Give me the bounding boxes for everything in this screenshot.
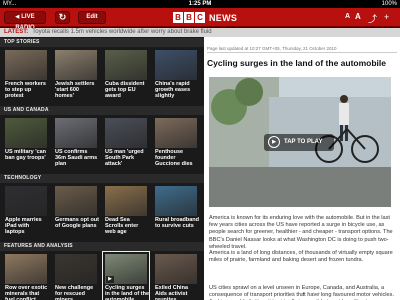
refresh-icon: ↻ [58,12,67,22]
story-tile[interactable]: Apple marries iPad with laptops [3,184,49,240]
story-tile[interactable]: Germans opt out of Google plans [53,184,99,240]
story-caption: Penthouse founder Guccione dies [155,149,193,168]
tap-to-play-button[interactable]: ▶ TAP TO PLAY [264,134,334,151]
last-updated: Page last updated at 10:27 GMT+05, Thurs… [207,46,397,53]
ticker-label: LATEST: [4,29,29,35]
story-tile[interactable]: US confirms 36m Saudi arms plan [53,116,99,172]
story-caption: Cuba dissident gets top EU award [105,81,145,100]
story-thumbnail [155,254,197,284]
section-header: TOP STORIES [0,38,204,47]
play-icon: ◀ [15,14,20,20]
logo-letter: C [195,12,205,23]
section-header: TECHNOLOGY [0,174,204,183]
story-thumbnail [5,254,47,284]
story-tile[interactable]: Rural broadband to survive cuts [153,184,199,240]
story-tile[interactable]: Cuba dissident gets top EU award [103,48,149,104]
story-tile[interactable]: US military 'can ban gay troops' [3,116,49,172]
pager-dots-after: • • • [307,291,321,297]
section-header: US AND CANADA [0,106,204,115]
article-headline: Cycling surges in the land of the automo… [207,58,386,68]
logo-letter: B [184,12,194,23]
story-thumbnail [5,186,47,216]
story-thumbnail [105,50,147,80]
story-thumbnail [55,254,97,284]
share-icon[interactable]: ⤴ [368,12,377,25]
story-grid: TOP STORIES French workers to step up pro… [0,37,204,300]
video-icon: ▶ [106,276,114,283]
story-tile[interactable]: Penthouse founder Guccione dies [153,116,199,172]
add-icon[interactable]: + [384,12,389,22]
story-caption: Apple marries iPad with laptops [5,217,42,236]
story-thumbnail [155,186,197,216]
story-thumbnail [5,118,47,148]
refresh-button[interactable]: ↻ [55,11,70,24]
story-thumbnail [105,118,147,148]
story-caption: US man 'urged South Park attack' [105,149,144,168]
logo-word: NEWS [209,12,238,23]
story-tile[interactable]: French workers to step up protest [3,48,49,104]
article-panel: Page last updated at 10:27 GMT+05, Thurs… [204,37,400,300]
story-caption: Row over exotic minerals that fuel confl… [5,285,48,300]
status-bar: MY... 1:25 PM 100% [0,0,400,8]
story-thumbnail [155,118,197,148]
story-caption: Cycling surges in the land of the automo… [105,285,149,300]
story-caption: US military 'can ban gay troops' [5,149,47,162]
story-thumbnail [105,186,147,216]
text-smaller-button[interactable]: A [345,13,350,20]
edit-button[interactable]: Edit [78,11,106,24]
video-player[interactable]: ▶ TAP TO PLAY [209,77,391,207]
story-caption: Germans opt out of Google plans [55,217,100,230]
pager-dots-before: • • • [287,291,301,297]
story-caption: US confirms 36m Saudi arms plan [55,149,98,168]
story-tile[interactable]: ▶ Cycling surges in the land of the autom… [102,251,150,300]
story-caption: Rural broadband to survive cuts [155,217,200,230]
story-thumbnail [55,186,97,216]
story-thumbnail [55,118,97,148]
story-caption: French workers to step up protest [5,81,46,100]
tap-to-play-label: TAP TO PLAY [284,139,323,145]
story-caption: Exiled China Aids activist reunites [155,285,189,300]
article-paragraph: America is a land of long distances, of … [209,250,393,264]
story-tile[interactable]: China's rapid growth eases slightly [153,48,199,104]
article-paragraph: America is known for its enduring love w… [209,215,393,250]
section-header: FEATURES AND ANALYSIS [0,242,204,251]
play-icon: ▶ [268,136,280,148]
story-thumbnail [55,50,97,80]
story-caption: Dead Sea Scrolls enter web age [105,217,139,236]
pager-dot-current: • [302,291,306,297]
battery-label: 100% [381,1,397,7]
story-tile[interactable]: New challenge for rescued miners [53,252,99,300]
toolbar: ◀LIVE RADIO ↻ Edit B B C NEWS A A ⤴ + [0,8,400,31]
divider [207,52,397,53]
story-tile[interactable]: Jewish settlers 'start 600 homes' [53,48,99,104]
story-caption: Jewish settlers 'start 600 homes' [55,81,95,100]
page-indicator[interactable]: • • • • • • • [274,291,334,297]
bbc-news-logo: B B C NEWS [173,12,237,23]
story-caption: China's rapid growth eases slightly [155,81,191,100]
story-tile[interactable]: Row over exotic minerals that fuel confl… [3,252,49,300]
text-larger-button[interactable]: A [355,12,361,21]
story-thumbnail [5,50,47,80]
last-updated-text: Page last updated at 10:27 GMT+05, Thurs… [207,46,337,51]
story-tile[interactable]: US man 'urged South Park attack' [103,116,149,172]
latest-ticker[interactable]: LATEST: Toyota recalls 1.5m vehicles worl… [0,28,400,37]
story-thumbnail [155,50,197,80]
story-tile[interactable]: Exiled China Aids activist reunites [153,252,199,300]
ticker-text: Toyota recalls 1.5m vehicles worldwide a… [32,29,212,35]
story-caption: New challenge for rescued miners [55,285,94,300]
story-tile[interactable]: Dead Sea Scrolls enter web age [103,184,149,240]
logo-letter: B [173,12,183,23]
live-radio-button[interactable]: ◀LIVE RADIO [4,11,46,31]
clock: 1:25 PM [188,1,212,7]
